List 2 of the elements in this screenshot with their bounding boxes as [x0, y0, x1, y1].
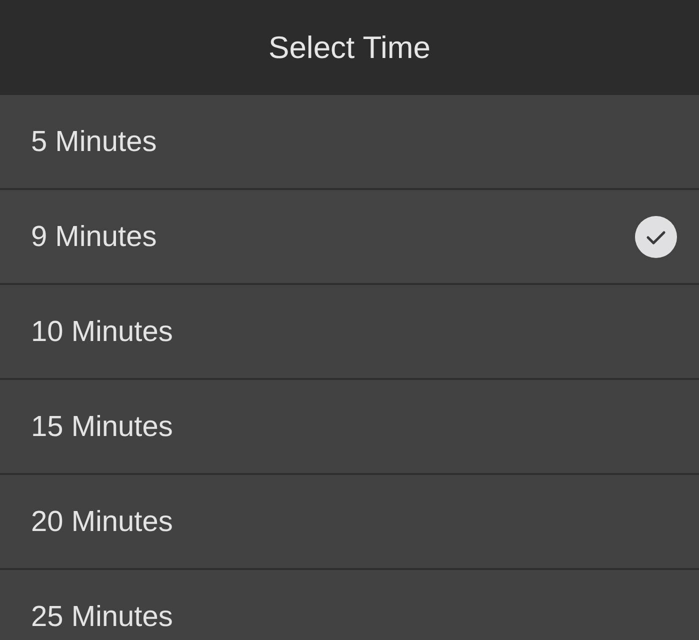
dialog-title: Select Time — [268, 30, 430, 66]
check-icon — [635, 216, 677, 258]
